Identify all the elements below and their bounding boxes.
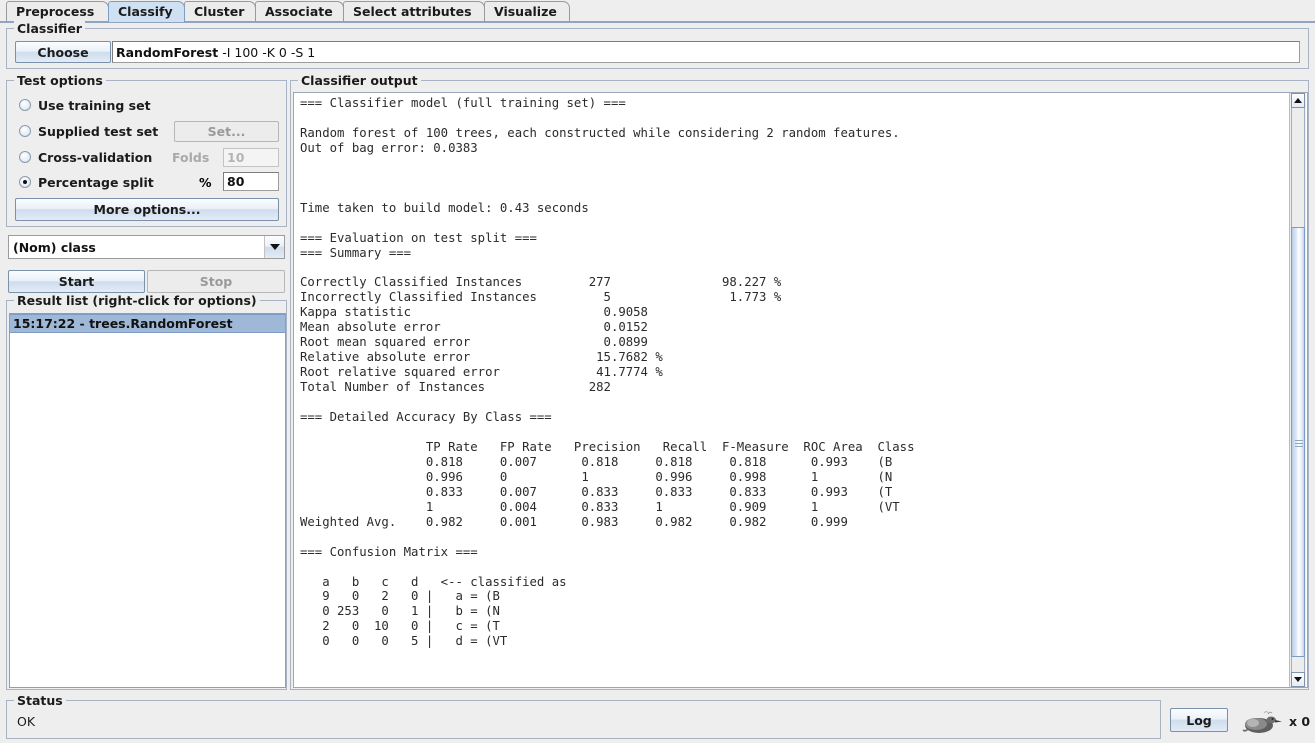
radio-indicator-cross-validation — [19, 151, 31, 163]
radio-percentage-split[interactable]: Percentage split — [19, 173, 154, 191]
classifier-spec-name: RandomForest — [116, 44, 219, 60]
chevron-down-icon[interactable] — [265, 236, 284, 258]
status-message: OK — [17, 714, 36, 729]
tab-cluster[interactable]: Cluster — [184, 1, 256, 22]
classifier-panel-title: Classifier — [14, 21, 85, 36]
radio-cross-validation[interactable]: Cross-validation — [19, 148, 152, 166]
tab-classify[interactable]: Classify — [108, 1, 185, 22]
tab-bar-underline — [0, 21, 1315, 23]
tab-preprocess[interactable]: Preprocess — [6, 1, 109, 22]
result-list[interactable]: 15:17:22 - trees.RandomForest — [9, 313, 286, 688]
percent-label: % — [199, 175, 212, 190]
status-panel: Status OK — [6, 693, 1161, 739]
weka-bird-icon — [1240, 709, 1286, 735]
running-tasks-count: x 0 — [1289, 714, 1311, 729]
scroll-down-button[interactable] — [1291, 672, 1305, 687]
classifier-spec-options: -I 100 -K 0 -S 1 — [222, 44, 316, 60]
classifier-output-textarea[interactable]: === Classifier model (full training set)… — [293, 92, 1308, 688]
log-button[interactable]: Log — [1170, 708, 1228, 732]
folds-input[interactable]: 10 — [223, 148, 279, 167]
classifier-output-panel-title: Classifier output — [298, 73, 421, 88]
folds-label: Folds — [172, 150, 210, 165]
radio-label-supplied-test-set: Supplied test set — [38, 123, 159, 139]
tab-associate[interactable]: Associate — [255, 1, 344, 22]
scroll-up-button[interactable] — [1291, 93, 1305, 108]
radio-indicator-supplied-test-set — [19, 125, 31, 137]
stop-button[interactable]: Stop — [147, 270, 285, 293]
class-attribute-value: (Nom) class — [9, 236, 265, 258]
arrow-down-icon — [1294, 677, 1302, 682]
output-vertical-scrollbar[interactable] — [1289, 93, 1306, 687]
classifier-panel: Classifier Choose RandomForest -I 100 -K … — [6, 21, 1309, 69]
choose-classifier-button[interactable]: Choose — [15, 41, 111, 63]
classifier-output-panel: Classifier output === Classifier model (… — [290, 73, 1309, 690]
scrollbar-grip-icon — [1295, 440, 1303, 447]
tab-select-attributes[interactable]: Select attributes — [343, 1, 485, 22]
percentage-split-input[interactable]: 80 — [223, 172, 279, 191]
start-button[interactable]: Start — [8, 270, 145, 293]
result-list-panel: Result list (right-click for options) 15… — [6, 293, 287, 690]
radio-label-percentage-split: Percentage split — [38, 174, 154, 190]
test-options-panel-title: Test options — [14, 73, 106, 88]
radio-label-use-training-set: Use training set — [38, 97, 151, 113]
more-options-button[interactable]: More options... — [15, 198, 279, 221]
result-list-panel-title: Result list (right-click for options) — [14, 293, 260, 308]
scrollbar-thumb[interactable] — [1291, 227, 1305, 657]
tab-bar: Preprocess Classify Cluster Associate Se… — [0, 0, 1315, 23]
test-options-panel: Test options Use training set Supplied t… — [6, 73, 287, 227]
classifier-spec-field[interactable]: RandomForest -I 100 -K 0 -S 1 — [112, 41, 1300, 63]
list-item[interactable]: 15:17:22 - trees.RandomForest — [10, 314, 285, 333]
classifier-output-text: === Classifier model (full training set)… — [300, 96, 915, 649]
arrow-up-icon — [1294, 98, 1302, 103]
tab-visualize[interactable]: Visualize — [484, 1, 570, 22]
radio-indicator-percentage-split — [19, 176, 31, 188]
set-test-file-button[interactable]: Set... — [174, 121, 279, 142]
class-attribute-select[interactable]: (Nom) class — [8, 235, 285, 259]
weka-explorer-window: Preprocess Classify Cluster Associate Se… — [0, 0, 1315, 743]
status-panel-title: Status — [14, 693, 66, 708]
radio-label-cross-validation: Cross-validation — [38, 149, 153, 165]
radio-use-training-set[interactable]: Use training set — [19, 96, 151, 114]
radio-indicator-use-training-set — [19, 99, 31, 111]
radio-supplied-test-set[interactable]: Supplied test set — [19, 122, 158, 140]
